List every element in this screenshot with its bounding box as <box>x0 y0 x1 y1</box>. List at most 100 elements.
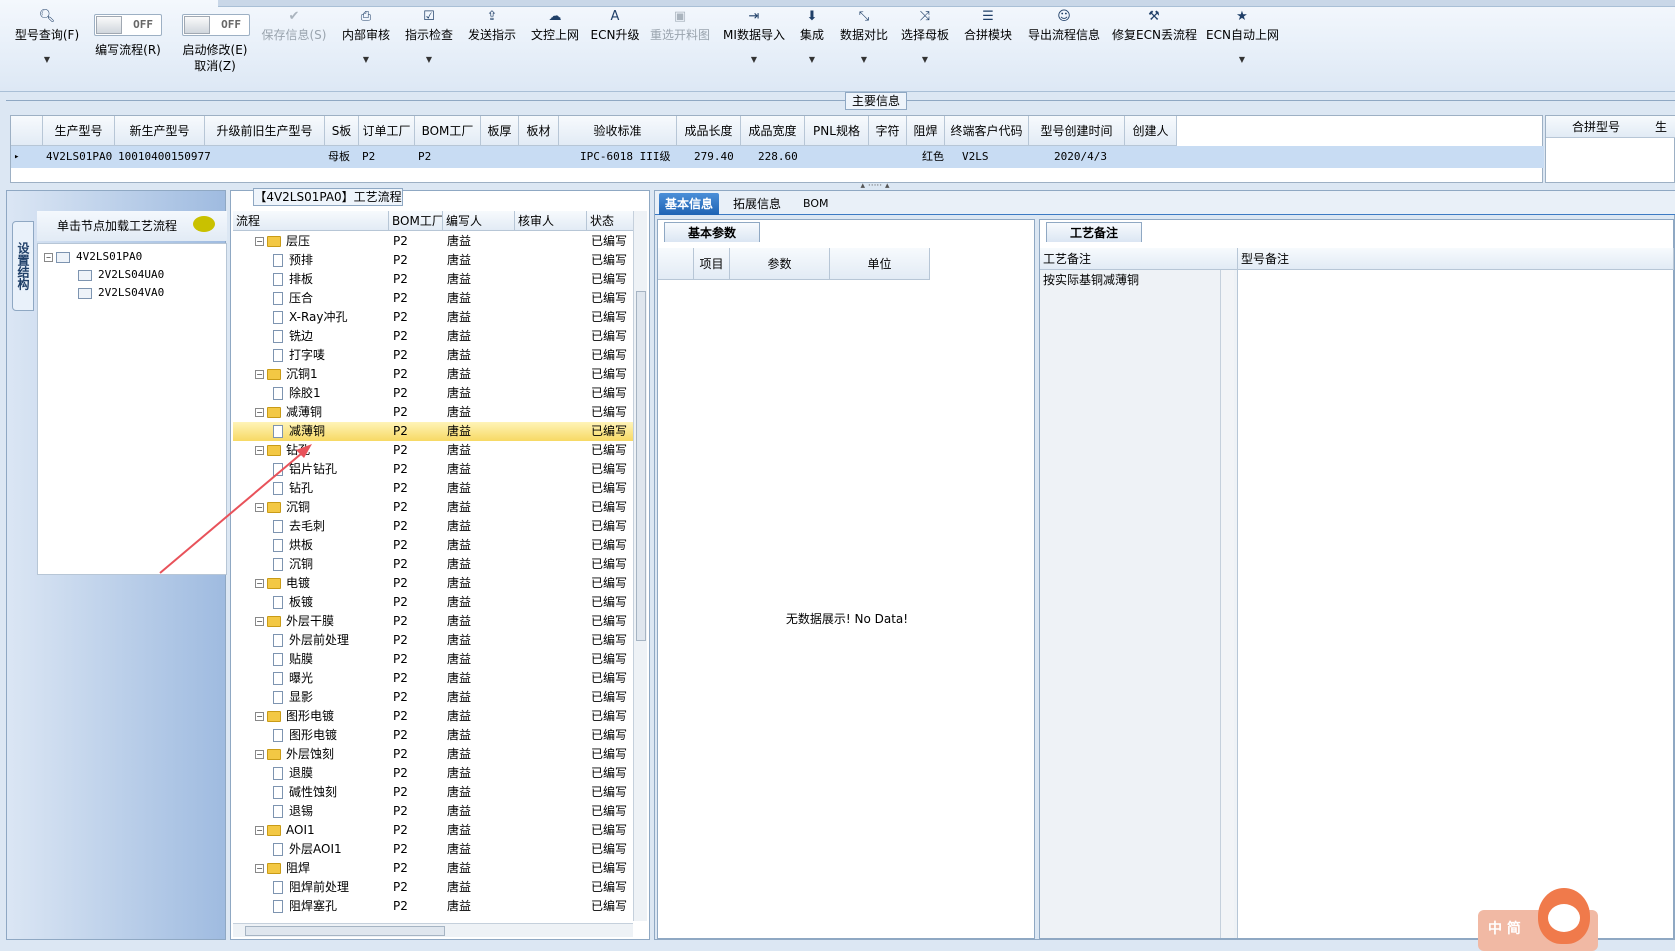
data-compare-button[interactable]: ⤡ 数据对比 ▼ <box>838 8 890 64</box>
vertical-scrollbar[interactable] <box>1220 270 1234 938</box>
cancel-label[interactable]: 取消(Z) <box>172 58 258 74</box>
instruction-check-button[interactable]: ☑ 指示检查 ▼ <box>403 8 455 64</box>
table-cell[interactable]: P2 <box>415 146 481 168</box>
process-row[interactable]: 贴膜 P2 唐益 已编写 <box>233 650 633 669</box>
column-header[interactable]: 型号创建时间 <box>1029 116 1125 146</box>
collapse-icon[interactable]: − <box>255 826 264 835</box>
collapse-icon[interactable]: − <box>255 237 264 246</box>
start-modify-toggle[interactable]: OFF <box>182 14 250 36</box>
ime-badge[interactable]: 中 简 <box>1478 888 1598 951</box>
send-instruction-button[interactable]: ⇪ 发送指示 <box>466 8 518 43</box>
tree-node-child[interactable]: 2V2LS04VA0 <box>78 284 164 302</box>
internal-review-button[interactable]: ⎙ 内部审核 ▼ <box>340 8 392 64</box>
collapse-icon[interactable]: − <box>255 446 264 455</box>
model-query-button[interactable]: 🔍︎ 型号查询(F) ▼ <box>12 8 82 64</box>
process-row[interactable]: − 阻焊 P2 唐益 已编写 <box>233 859 633 878</box>
process-row[interactable]: 排板 P2 唐益 已编写 <box>233 270 633 289</box>
column-header[interactable]: 升级前旧生产型号 <box>205 116 325 146</box>
chevron-down-icon[interactable]: ▼ <box>12 55 82 64</box>
process-row[interactable]: 阻焊塞孔 P2 唐益 已编写 <box>233 897 633 916</box>
collapse-icon[interactable]: − <box>44 252 53 262</box>
select-mother-board-button[interactable]: ⤨ 选择母板 ▼ <box>899 8 951 64</box>
collapse-icon[interactable]: − <box>255 370 264 379</box>
column-header[interactable]: 字符 <box>869 116 907 146</box>
tree-node-root[interactable]: −4V2LS01PA0 <box>44 248 142 266</box>
chevron-down-icon[interactable]: ▼ <box>899 55 951 64</box>
process-row[interactable]: 铣边 P2 唐益 已编写 <box>233 327 633 346</box>
process-remark-text[interactable]: 按实际基铜减薄铜 <box>1040 270 1237 289</box>
process-row[interactable]: 显影 P2 唐益 已编写 <box>233 688 633 707</box>
column-header[interactable]: BOM工厂 <box>389 211 443 231</box>
process-row[interactable]: 碱性蚀刻 P2 唐益 已编写 <box>233 783 633 802</box>
chevron-down-icon[interactable]: ▼ <box>340 55 392 64</box>
ecn-auto-online-button[interactable]: ★ ECN自动上网 ▼ <box>1206 8 1279 64</box>
process-row[interactable]: 板镀 P2 唐益 已编写 <box>233 593 633 612</box>
process-row[interactable]: 图形电镀 P2 唐益 已编写 <box>233 726 633 745</box>
horizontal-scrollbar[interactable] <box>233 923 633 937</box>
tab-extended-info[interactable]: 拓展信息 <box>727 193 787 215</box>
process-row[interactable]: 打字唛 P2 唐益 已编写 <box>233 346 633 365</box>
process-row[interactable]: 退锡 P2 唐益 已编写 <box>233 802 633 821</box>
column-header[interactable]: 成品长度 <box>677 116 741 146</box>
process-row[interactable]: 去毛刺 P2 唐益 已编写 <box>233 517 633 536</box>
vertical-tab-structure[interactable]: 设置结构 <box>12 221 34 311</box>
grid-corner[interactable] <box>11 116 43 146</box>
column-header[interactable]: 编写人 <box>443 211 515 231</box>
tab-basic-params[interactable]: 基本参数 <box>664 222 760 242</box>
scroll-thumb[interactable] <box>245 926 445 936</box>
chevron-down-icon[interactable]: ▼ <box>722 55 786 64</box>
process-row[interactable]: 阻焊前处理 P2 唐益 已编写 <box>233 878 633 897</box>
column-header[interactable]: BOM工厂 <box>415 116 481 146</box>
table-cell[interactable]: 2020/4/3 <box>1051 146 1121 168</box>
process-row[interactable]: X-Ray冲孔 P2 唐益 已编写 <box>233 308 633 327</box>
column-header[interactable]: 订单工厂 <box>359 116 415 146</box>
collapse-icon[interactable]: − <box>255 579 264 588</box>
process-row[interactable]: 钻孔 P2 唐益 已编写 <box>233 479 633 498</box>
integrate-button[interactable]: ⬇ 集成 ▼ <box>795 8 829 64</box>
process-row[interactable]: 曝光 P2 唐益 已编写 <box>233 669 633 688</box>
mi-data-import-button[interactable]: ⇥ MI数据导入 ▼ <box>722 8 786 64</box>
collapse-icon[interactable]: − <box>255 617 264 626</box>
process-row[interactable]: 沉铜 P2 唐益 已编写 <box>233 555 633 574</box>
repair-ecn-flow-button[interactable]: ⚒ 修复ECN丢流程 <box>1112 8 1197 43</box>
process-row[interactable]: 退膜 P2 唐益 已编写 <box>233 764 633 783</box>
table-cell[interactable]: IPC-6018 III级 <box>577 146 677 168</box>
splitter-handle[interactable]: ▴ ····· ▴ <box>840 182 910 191</box>
column-header[interactable]: 核审人 <box>515 211 587 231</box>
column-header[interactable]: 验收标准 <box>559 116 677 146</box>
process-row[interactable]: − 沉铜1 P2 唐益 已编写 <box>233 365 633 384</box>
process-row[interactable]: 压合 P2 唐益 已编写 <box>233 289 633 308</box>
collapse-icon[interactable]: − <box>255 503 264 512</box>
chat-bubble-icon[interactable] <box>193 216 215 232</box>
chevron-down-icon[interactable]: ▼ <box>1206 55 1278 64</box>
column-header[interactable]: 流程 <box>233 211 389 231</box>
collapse-icon[interactable]: − <box>255 750 264 759</box>
process-row[interactable]: − AOI1 P2 唐益 已编写 <box>233 821 633 840</box>
export-flow-info-button[interactable]: ☺ 导出流程信息 <box>1026 8 1102 43</box>
process-row[interactable]: − 电镀 P2 唐益 已编写 <box>233 574 633 593</box>
save-info-button[interactable]: ✔ 保存信息(S) <box>258 8 330 43</box>
vertical-scrollbar[interactable] <box>633 211 647 921</box>
scroll-thumb[interactable] <box>636 291 646 641</box>
write-flow-toggle[interactable]: OFF <box>94 14 162 36</box>
process-row[interactable]: − 外层蚀刻 P2 唐益 已编写 <box>233 745 633 764</box>
table-cell[interactable]: 4V2LS01PA0 <box>43 146 115 168</box>
table-cell[interactable]: 母板 <box>325 146 359 168</box>
process-row[interactable]: 外层前处理 P2 唐益 已编写 <box>233 631 633 650</box>
column-header[interactable]: 板厚 <box>481 116 519 146</box>
table-cell[interactable]: 228.60 <box>755 146 805 168</box>
tab-basic-info[interactable]: 基本信息 <box>659 193 720 215</box>
column-header[interactable]: 状态 <box>587 211 635 231</box>
column-header[interactable]: S板 <box>325 116 359 146</box>
process-row[interactable]: 预排 P2 唐益 已编写 <box>233 251 633 270</box>
column-header[interactable]: 项目 <box>694 248 730 280</box>
collapse-icon[interactable]: − <box>255 864 264 873</box>
column-header[interactable]: 生产型号 <box>43 116 115 146</box>
table-cell[interactable]: 10010400150977 <box>115 146 211 168</box>
column-header[interactable]: 工艺备注 <box>1040 248 1238 270</box>
column-header[interactable]: 合拼型号 <box>1546 116 1646 138</box>
tab-process-remark[interactable]: 工艺备注 <box>1046 222 1142 242</box>
chevron-down-icon[interactable]: ▼ <box>403 55 455 64</box>
doc-control-online-button[interactable]: ☁ 文控上网 <box>529 8 581 43</box>
column-header[interactable]: 终端客户代码 <box>945 116 1029 146</box>
